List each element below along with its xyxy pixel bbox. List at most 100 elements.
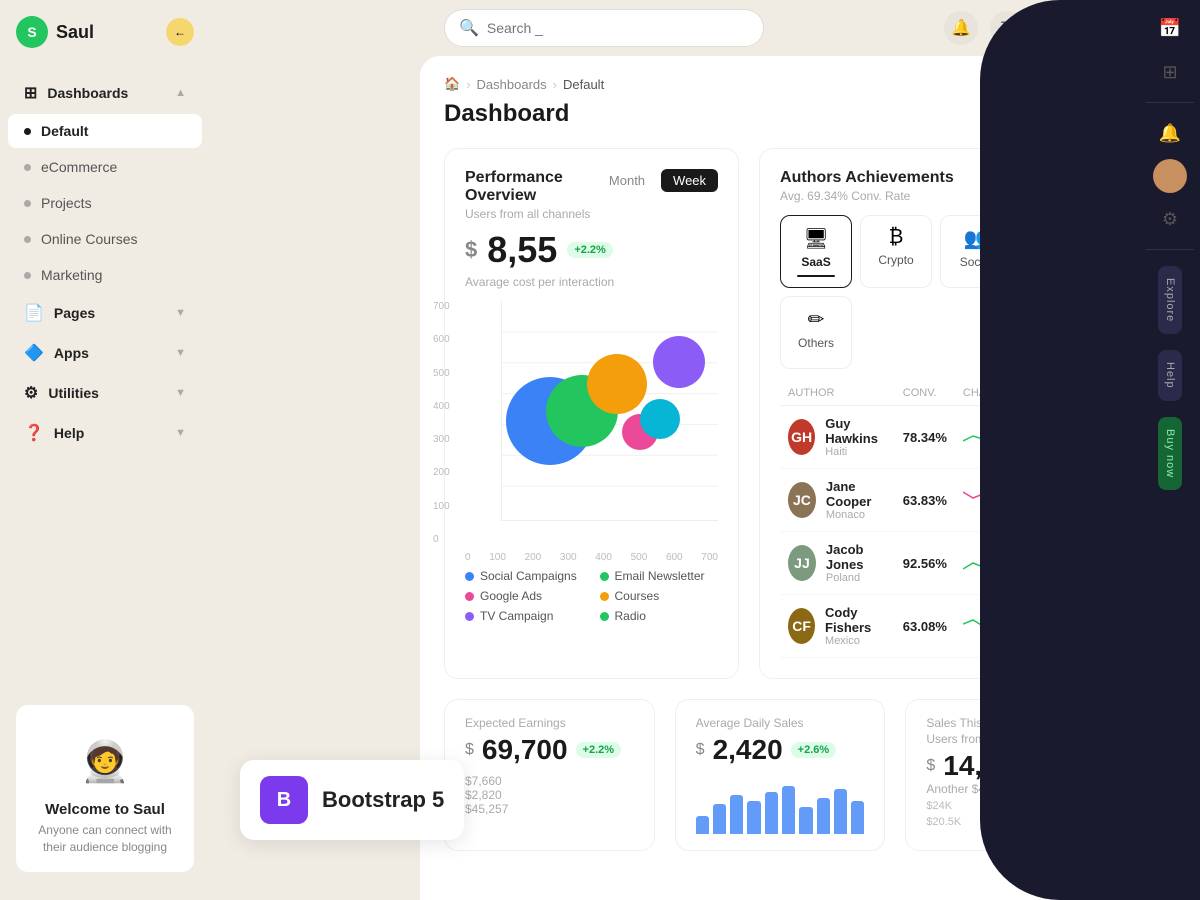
tab-mobile[interactable]: 📱 Mobile (1020, 215, 1092, 288)
sidebar-item-online-courses[interactable]: Online Courses (8, 222, 202, 256)
saas-tab-label: SaaS (801, 255, 830, 269)
sidebar-item-ecommerce[interactable]: eCommerce (8, 150, 202, 184)
bubble-tv (640, 399, 680, 439)
tab-saas[interactable]: 🖥 SaaS (780, 215, 852, 288)
sparkline-3 (955, 532, 1051, 595)
projects-label: Projects (41, 195, 92, 211)
rp-separator-1 (1146, 102, 1194, 103)
table-row: GH Guy Hawkins Haiti 78.34% (780, 406, 1095, 469)
mobile-tab-underline (1037, 275, 1075, 277)
view-btn-3[interactable]: → (1051, 532, 1095, 595)
col-view: VIEW (1051, 381, 1095, 406)
bubble-chart-container: 7006005004003002001000 (465, 301, 718, 545)
sidebar-item-apps[interactable]: 🔷 Apps ▼ (8, 334, 202, 372)
menu-icon[interactable]: ☰ (990, 11, 1024, 45)
notifications-icon[interactable]: 🔔 (944, 11, 978, 45)
bootstrap-icon: B (260, 776, 308, 824)
view-button-1[interactable]: → (1059, 423, 1087, 451)
apps-label: Apps (54, 345, 89, 361)
mobile-tab-label: Mobile (1038, 255, 1073, 269)
breadcrumb-dashboards[interactable]: Dashboards (477, 77, 547, 92)
help-icon: ❓ (24, 423, 44, 443)
rp-notifications-icon[interactable]: 🔔 (1152, 115, 1188, 151)
main-content: 🏠 › Dashboards › Default Dashboard Perfo… (420, 56, 1140, 900)
legend-dot-radio (600, 612, 609, 621)
performance-card-header: Performance Overview Users from all chan… (465, 169, 718, 221)
conv-3: 92.56% (895, 532, 955, 595)
bootstrap-badge: B Bootstrap 5 (240, 760, 464, 840)
sales-month-value: 14,094 (943, 750, 1029, 782)
bar-6 (782, 786, 795, 834)
buy-now-button[interactable]: Buy now (1158, 417, 1182, 490)
breadcrumb-current: Default (563, 77, 604, 92)
sidebar-item-help[interactable]: ❓ Help ▼ (8, 414, 202, 452)
bar-1 (696, 816, 709, 834)
author-name-3: Jacob Jones (826, 542, 887, 572)
search-input[interactable] (487, 20, 749, 36)
average-daily-sales-card: Average Daily Sales $ 2,420 +2.6% (675, 699, 886, 851)
sales-badge: +2.6% (791, 742, 837, 758)
sales-month-label: Sales This Month (926, 716, 1095, 730)
earnings-item-1: $7,660 (465, 774, 634, 788)
pages-label: Pages (54, 305, 95, 321)
rp-settings-icon[interactable]: ⚙ (1152, 201, 1188, 237)
author-name-4: Cody Fishers (825, 605, 887, 635)
view-btn-2[interactable]: → (1051, 469, 1095, 532)
tab-month[interactable]: Month (597, 169, 657, 192)
topbar-right: 🔔 ☰ 👤 ⋮⋮ (944, 11, 1116, 45)
dashboards-icon: ⊞ (24, 83, 37, 103)
earnings-list: $7,660 $2,820 $45,257 (465, 774, 634, 816)
author-country-3: Poland (826, 572, 887, 584)
utilities-label: Utilities (48, 385, 99, 401)
view-btn-1[interactable]: → (1051, 406, 1095, 469)
sidebar-item-default[interactable]: Default (8, 114, 202, 148)
rp-avatar-icon[interactable] (1153, 159, 1187, 193)
tab-crypto[interactable]: ₿ Crypto (860, 215, 932, 288)
marketing-label: Marketing (41, 267, 102, 283)
more-options-icon[interactable]: ⋮⋮ (1082, 11, 1116, 45)
explore-button[interactable]: Explore (1158, 266, 1182, 334)
sidebar-item-marketing[interactable]: Marketing (8, 258, 202, 292)
breadcrumb: 🏠 › Dashboards › Default (444, 76, 1116, 92)
sparkline-1 (955, 406, 1051, 469)
sidebar-item-projects[interactable]: Projects (8, 186, 202, 220)
view-button-3[interactable]: → (1059, 549, 1087, 577)
welcome-card: 🧑‍🚀 Welcome to Saul Anyone can connect w… (16, 705, 194, 872)
legend-label-radio: Radio (615, 609, 646, 623)
others-tab-label: Others (798, 336, 834, 350)
sidebar-item-dashboards[interactable]: ⊞ Dashboards ▲ (8, 74, 202, 112)
search-box[interactable]: 🔍 (444, 9, 764, 47)
bootstrap-text: Bootstrap 5 (322, 787, 444, 813)
author-info-4: CF Cody Fishers Mexico (780, 595, 895, 658)
rp-calendar-icon[interactable]: 📅 (1152, 10, 1188, 46)
legend-radio: Radio (600, 609, 719, 623)
legend-dot-social (465, 572, 474, 581)
authors-achievements-card: Authors Achievements Avg. 69.34% Conv. R… (759, 148, 1116, 679)
others-tab-underline (797, 356, 835, 358)
performance-title: Performance Overview (465, 169, 597, 205)
author-country-2: Monaco (826, 509, 887, 521)
bubble-google (587, 354, 647, 414)
sales-bar-chart (696, 774, 865, 834)
user-avatar[interactable]: 👤 (1036, 11, 1070, 45)
sidebar-item-utilities[interactable]: ⚙ Utilities ▼ (8, 374, 202, 412)
view-btn-4[interactable]: → (1051, 595, 1095, 658)
app-name: Saul (56, 22, 94, 43)
apps-chevron: ▼ (175, 347, 186, 359)
sidebar-item-pages[interactable]: 📄 Pages ▼ (8, 294, 202, 332)
sales-month-value-row: $ 14,094 (926, 750, 1095, 782)
sidebar-toggle-button[interactable]: ← (166, 18, 194, 46)
view-button-4[interactable]: → (1059, 612, 1087, 640)
rp-grid-icon[interactable]: ⊞ (1152, 54, 1188, 90)
tab-week[interactable]: Week (661, 169, 718, 192)
earnings-item-3: $45,257 (465, 802, 634, 816)
view-button-2[interactable]: → (1059, 486, 1087, 514)
breadcrumb-home-icon[interactable]: 🏠 (444, 76, 460, 92)
tab-others[interactable]: ✏ Others (780, 296, 852, 369)
tab-social[interactable]: 👥 Social (940, 215, 1012, 288)
help-button[interactable]: Help (1158, 350, 1182, 401)
dashboards-chevron: ▲ (175, 87, 186, 99)
bar-5 (765, 792, 778, 834)
bar-7 (799, 807, 812, 834)
avatar-2: JC (788, 482, 816, 518)
